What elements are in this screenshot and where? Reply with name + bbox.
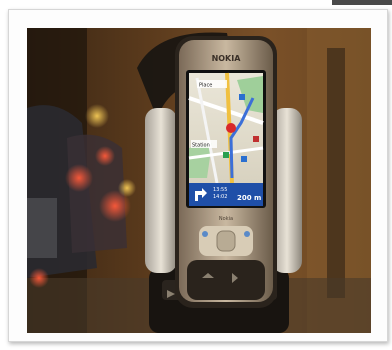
nav-distance: 200 m <box>237 194 261 202</box>
holder-left-arm <box>145 108 177 273</box>
phone-model-label: Nokia <box>219 216 233 222</box>
center-select-key <box>216 230 236 252</box>
map-label-station: Station <box>192 143 210 149</box>
pole <box>327 48 345 298</box>
position-marker <box>226 123 236 133</box>
tail-light-glow <box>65 164 93 192</box>
photo: NOKIA Place Station 13:55 14:02 200 m No… <box>27 28 371 333</box>
nav-eta: 14:02 <box>213 194 227 200</box>
nav-time: 13:55 <box>213 187 227 193</box>
street-light-glow <box>85 104 109 128</box>
phone-lower-slide <box>187 260 265 300</box>
map-label-top: Place <box>199 83 212 89</box>
corner-tab <box>332 0 392 5</box>
phone-brand-label: NOKIA <box>212 54 242 63</box>
call-key-icon <box>202 231 208 237</box>
phone-navigation-photo: NOKIA Place Station 13:55 14:02 200 m No… <box>27 28 371 333</box>
end-key-icon <box>244 231 250 237</box>
